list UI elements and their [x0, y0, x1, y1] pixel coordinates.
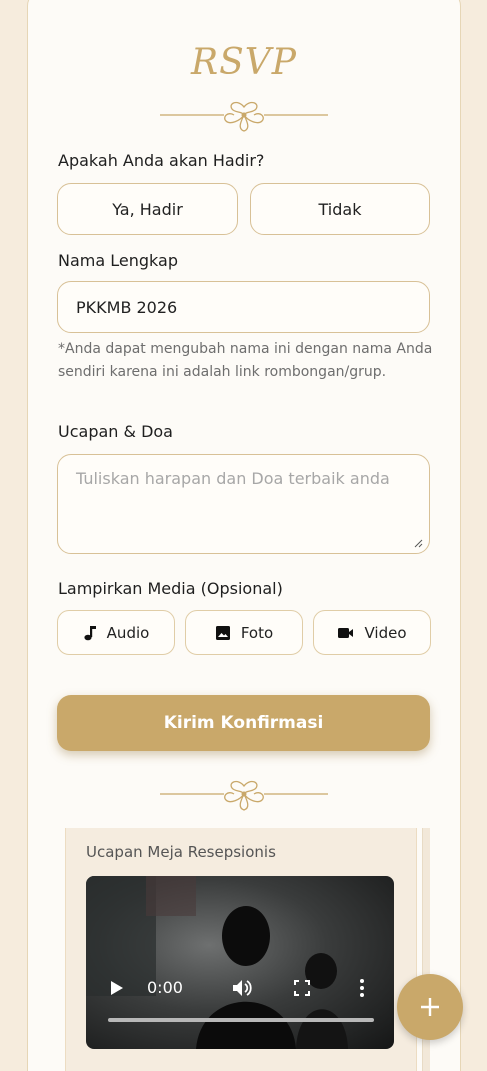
image-icon — [215, 625, 230, 640]
attach-audio-button[interactable]: Audio — [57, 610, 175, 655]
ornament-divider-icon — [160, 101, 328, 132]
music-note-icon — [84, 625, 96, 640]
name-input[interactable]: PKKMB 2026 — [57, 281, 430, 333]
resize-handle-icon[interactable] — [413, 538, 423, 548]
name-note: *Anda dapat mengubah nama ini dengan nam… — [58, 341, 433, 380]
attach-audio-label: Audio — [106, 623, 150, 642]
wish-placeholder: Tuliskan harapan dan Doa terbaik anda — [76, 469, 390, 488]
play-icon[interactable] — [110, 980, 124, 996]
wish-sender-name: Ucapan Meja Resepsionis — [86, 843, 276, 861]
video-progress-bar[interactable] — [108, 1018, 374, 1022]
video-frame-icon — [86, 876, 348, 1049]
wish-video-player[interactable]: 0:00 — [86, 876, 394, 1049]
fullscreen-icon[interactable] — [294, 980, 310, 996]
ornament-divider-icon — [160, 780, 328, 811]
media-label: Lampirkan Media (Opsional) — [58, 579, 283, 598]
video-time: 0:00 — [147, 978, 183, 997]
attach-video-button[interactable]: Video — [313, 610, 431, 655]
rsvp-title: RSVP — [191, 42, 297, 83]
wish-textarea[interactable]: Tuliskan harapan dan Doa terbaik anda — [57, 454, 430, 554]
name-label: Nama Lengkap — [58, 251, 178, 270]
attend-no-button[interactable]: Tidak — [250, 183, 430, 235]
submit-rsvp-button[interactable]: Kirim Konfirmasi — [57, 695, 430, 751]
attend-yes-button[interactable]: Ya, Hadir — [57, 183, 238, 235]
attendance-label: Apakah Anda akan Hadir? — [58, 151, 265, 170]
attach-photo-button[interactable]: Foto — [185, 610, 303, 655]
videocam-icon — [338, 627, 354, 638]
volume-icon[interactable] — [232, 978, 254, 998]
plus-icon — [421, 998, 439, 1016]
attach-photo-label: Foto — [240, 623, 274, 642]
more-options-icon[interactable] — [359, 978, 365, 998]
attach-video-label: Video — [364, 623, 407, 642]
wish-label: Ucapan & Doa — [58, 422, 173, 441]
add-fab-button[interactable] — [397, 974, 463, 1040]
